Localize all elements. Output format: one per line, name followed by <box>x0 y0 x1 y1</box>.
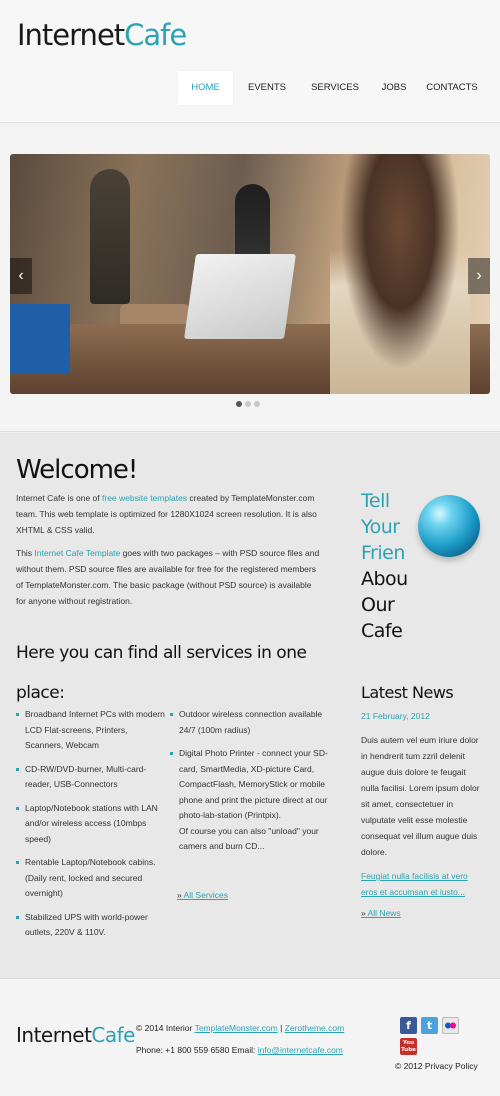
welcome-paragraph-2: This Internet Cafe Template goes with tw… <box>16 545 321 609</box>
news-text: Duis autem vel eum iriure dolor in hendr… <box>361 732 486 900</box>
nav-events[interactable]: EVENTS <box>233 71 301 105</box>
logo-part1: Internet <box>17 18 125 52</box>
twitter-icon[interactable]: t <box>421 1017 438 1034</box>
footer-copyright: © 2014 Interior TemplateMonster.com | Ze… <box>136 1023 344 1033</box>
nav-services[interactable]: SERVICES <box>301 71 369 105</box>
facebook-icon[interactable]: f <box>400 1017 417 1034</box>
welcome-title: Welcome! <box>16 455 138 485</box>
slide-laptop <box>184 254 296 339</box>
globe-icon <box>418 495 480 557</box>
logo-part1: Internet <box>16 1023 92 1047</box>
slider-dot[interactable] <box>254 401 260 407</box>
text: | <box>277 1023 285 1033</box>
service-item: Outdoor wireless connection available 24… <box>170 707 330 738</box>
service-item: Broadband Internet PCs with modern LCD F… <box>16 707 166 754</box>
service-item: Laptop/Notebook stations with LAN and/or… <box>16 801 166 848</box>
privacy-policy-link[interactable]: © 2012 Privacy Policy <box>395 1061 478 1071</box>
news-body: Duis autem vel eum iriure dolor in hendr… <box>361 735 480 857</box>
all-services-link[interactable]: » All Services <box>177 890 228 900</box>
flickr-icon[interactable] <box>442 1017 459 1034</box>
slider-dot[interactable] <box>245 401 251 407</box>
logo-part2: Cafe <box>124 18 187 52</box>
footer-contact: Phone: +1 800 559 6580 Email: info@inter… <box>136 1045 343 1055</box>
email-link[interactable]: info@internetcafe.com <box>258 1045 343 1055</box>
services-list-left: Broadband Internet PCs with modern LCD F… <box>16 707 166 949</box>
tell-line: Tell <box>361 490 390 512</box>
nav-home[interactable]: HOME <box>178 71 233 105</box>
service-item: Digital Photo Printer - connect your SD-… <box>170 746 330 855</box>
all-services-label: All Services <box>183 890 229 900</box>
slide-woman <box>330 154 470 394</box>
latest-news-title: Latest News <box>361 683 454 702</box>
cafe-template-link[interactable]: Internet Cafe Template <box>34 548 120 558</box>
site-header: InternetCafe HOME EVENTS SERVICES JOBS C… <box>0 0 500 123</box>
slider-next-button[interactable]: › <box>468 258 490 294</box>
logo-part2: Cafe <box>91 1023 135 1047</box>
nav-jobs[interactable]: JOBS <box>369 71 419 105</box>
service-item: CD-RW/DVD-burner, Multi-card-reader, USB… <box>16 762 166 793</box>
link-bullet: » <box>361 908 368 918</box>
text: This <box>16 548 35 558</box>
social-links: f t You Tube <box>400 1017 466 1055</box>
site-logo[interactable]: InternetCafe <box>17 18 187 52</box>
slide-bag <box>10 304 70 374</box>
main-content: Welcome! Internet Cafe is one of free we… <box>0 433 500 978</box>
link-bullet: » <box>177 890 184 900</box>
tell-line: Cafe <box>361 620 403 642</box>
slide-image: ‹ › <box>10 154 490 394</box>
footer-logo[interactable]: InternetCafe <box>16 1023 135 1047</box>
nav-contacts[interactable]: CONTACTS <box>419 71 485 105</box>
all-news-label: All News <box>367 908 401 918</box>
free-templates-link[interactable]: free website templates <box>102 493 187 503</box>
zerotheme-link[interactable]: Zerotheme.com <box>285 1023 345 1033</box>
welcome-paragraph-1: Internet Cafe is one of free website tem… <box>16 490 321 538</box>
slider-prev-button[interactable]: ‹ <box>10 258 32 294</box>
youtube-icon[interactable]: You Tube <box>400 1038 417 1055</box>
slider-section: ‹ › <box>0 124 500 432</box>
tell-line: Our <box>361 594 395 616</box>
news-date: 21 February, 2012 <box>361 711 430 721</box>
templatemonster-link[interactable]: TemplateMonster.com <box>195 1023 278 1033</box>
slider-dot[interactable] <box>236 401 242 407</box>
tell-line: Frien <box>361 542 405 564</box>
site-footer: InternetCafe © 2014 Interior TemplateMon… <box>0 978 500 1096</box>
text: Internet Cafe is one of <box>16 493 102 503</box>
flickr-glyph <box>445 1022 456 1029</box>
main-nav: HOME EVENTS SERVICES JOBS CONTACTS <box>178 71 485 105</box>
slide-background-person <box>90 169 130 304</box>
news-read-more-link[interactable]: Feugiat nulla facilisis at vero eros et … <box>361 868 486 900</box>
services-title: Here you can find all services in one pl… <box>16 643 307 703</box>
service-item: Stabilized UPS with world-power outlets,… <box>16 910 166 941</box>
text: © 2014 Interior <box>136 1023 195 1033</box>
slider-pagination <box>236 401 260 407</box>
services-list-right: Outdoor wireless connection available 24… <box>170 707 330 863</box>
service-item: Rentable Laptop/Notebook cabins. (Daily … <box>16 855 166 902</box>
text: Phone: +1 800 559 6580 Email: <box>136 1045 258 1055</box>
tell-line: Abou <box>361 568 408 590</box>
all-news-link[interactable]: » All News <box>361 908 401 918</box>
